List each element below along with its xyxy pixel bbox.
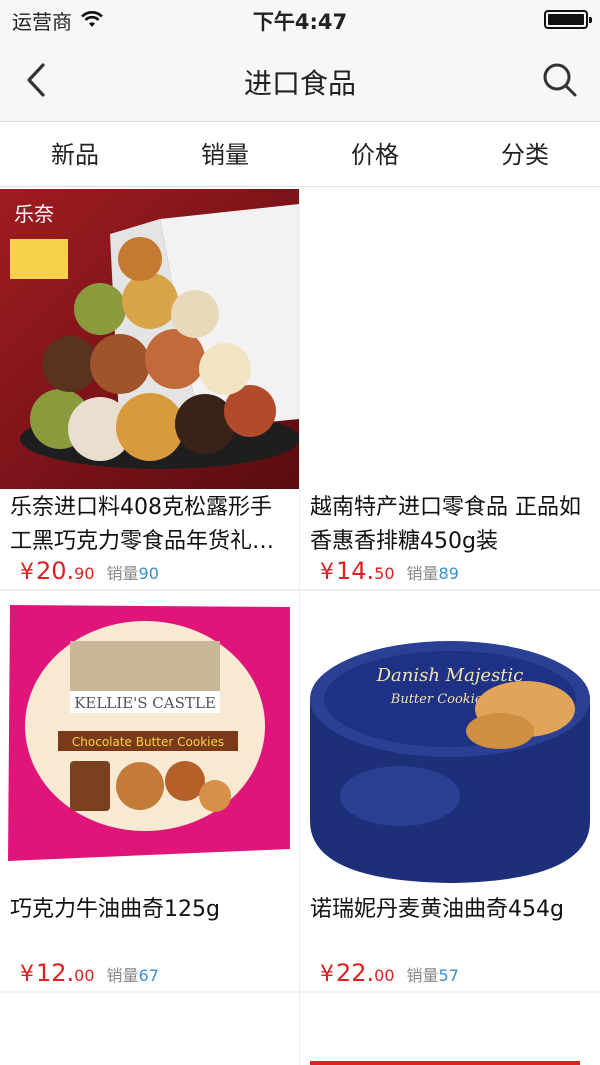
sales-count: 销量89 [406,564,459,583]
product-title: 乐奈进口料408克松露形手工黑巧克力零食品年货礼盒装送女友 [10,495,275,554]
sales-count: 销量90 [106,564,159,583]
box-subtitle-text: Chocolate Butter Cookies [72,735,224,749]
product-card[interactable] [300,993,600,1065]
price: ¥20.90 [20,557,95,585]
product-card[interactable]: 乐奈 乐奈进口料408克松露形手工黑巧克力零食品年货礼盒装送女友 ¥20.90 … [0,189,299,589]
product-image: Danish Majestic Butter Cookies [300,591,600,891]
product-title: 巧克力牛油曲奇125g [10,897,220,922]
product-image [300,189,600,489]
box-title-text: KELLIE'S CASTLE [74,694,216,712]
search-icon [543,63,577,97]
price-row: ¥22.00 销量57 [320,959,459,987]
product-image: KELLIE'S CASTLE Chocolate Butter Cookies [0,591,299,891]
brand-logo-text: 乐奈 [14,202,54,226]
tab-new[interactable]: 新品 [0,123,150,186]
product-card[interactable] [0,993,299,1065]
price-row: ¥12.00 销量67 [20,959,159,987]
price: ¥12.00 [20,959,95,987]
tin-title-text: Danish Majestic [376,665,524,686]
search-button[interactable] [540,60,580,100]
page-title: 进口食品 [243,67,356,100]
price-row: ¥14.50 销量89 [320,557,459,585]
price: ¥14.50 [320,557,395,585]
product-title: 诺瑞妮丹麦黄油曲奇454g [310,897,564,922]
product-card[interactable]: 越南特产进口零食品 正品如香惠香排糖450g装 ¥14.50 销量89 [300,189,600,589]
nav-bar: 进口食品 [0,40,600,122]
product-card[interactable]: Danish Majestic Butter Cookies 诺瑞妮丹麦黄油曲奇… [300,591,600,991]
tab-sales[interactable]: 销量 [150,123,300,186]
product-title: 越南特产进口零食品 正品如香惠香排糖450g装 [310,495,581,554]
status-bar: 运营商 下午4:47 [0,0,600,40]
product-image: 乐奈 [0,189,299,489]
product-card[interactable]: KELLIE'S CASTLE Chocolate Butter Cookies… [0,591,299,991]
tab-category[interactable]: 分类 [450,123,600,186]
price-row: ¥20.90 销量90 [20,557,159,585]
battery-icon [544,10,592,29]
price: ¥22.00 [320,959,395,987]
product-grid: 乐奈 乐奈进口料408克松露形手工黑巧克力零食品年货礼盒装送女友 ¥20.90 … [0,189,600,1065]
sales-count: 销量67 [106,966,159,985]
status-time: 下午4:47 [252,10,348,34]
filter-tabs: 新品 销量 价格 分类 [0,123,600,187]
tab-price[interactable]: 价格 [300,123,450,186]
sales-count: 销量57 [406,966,459,985]
tin-subtitle-text: Butter Cookies [390,692,490,707]
product-image-edge [310,1061,580,1065]
